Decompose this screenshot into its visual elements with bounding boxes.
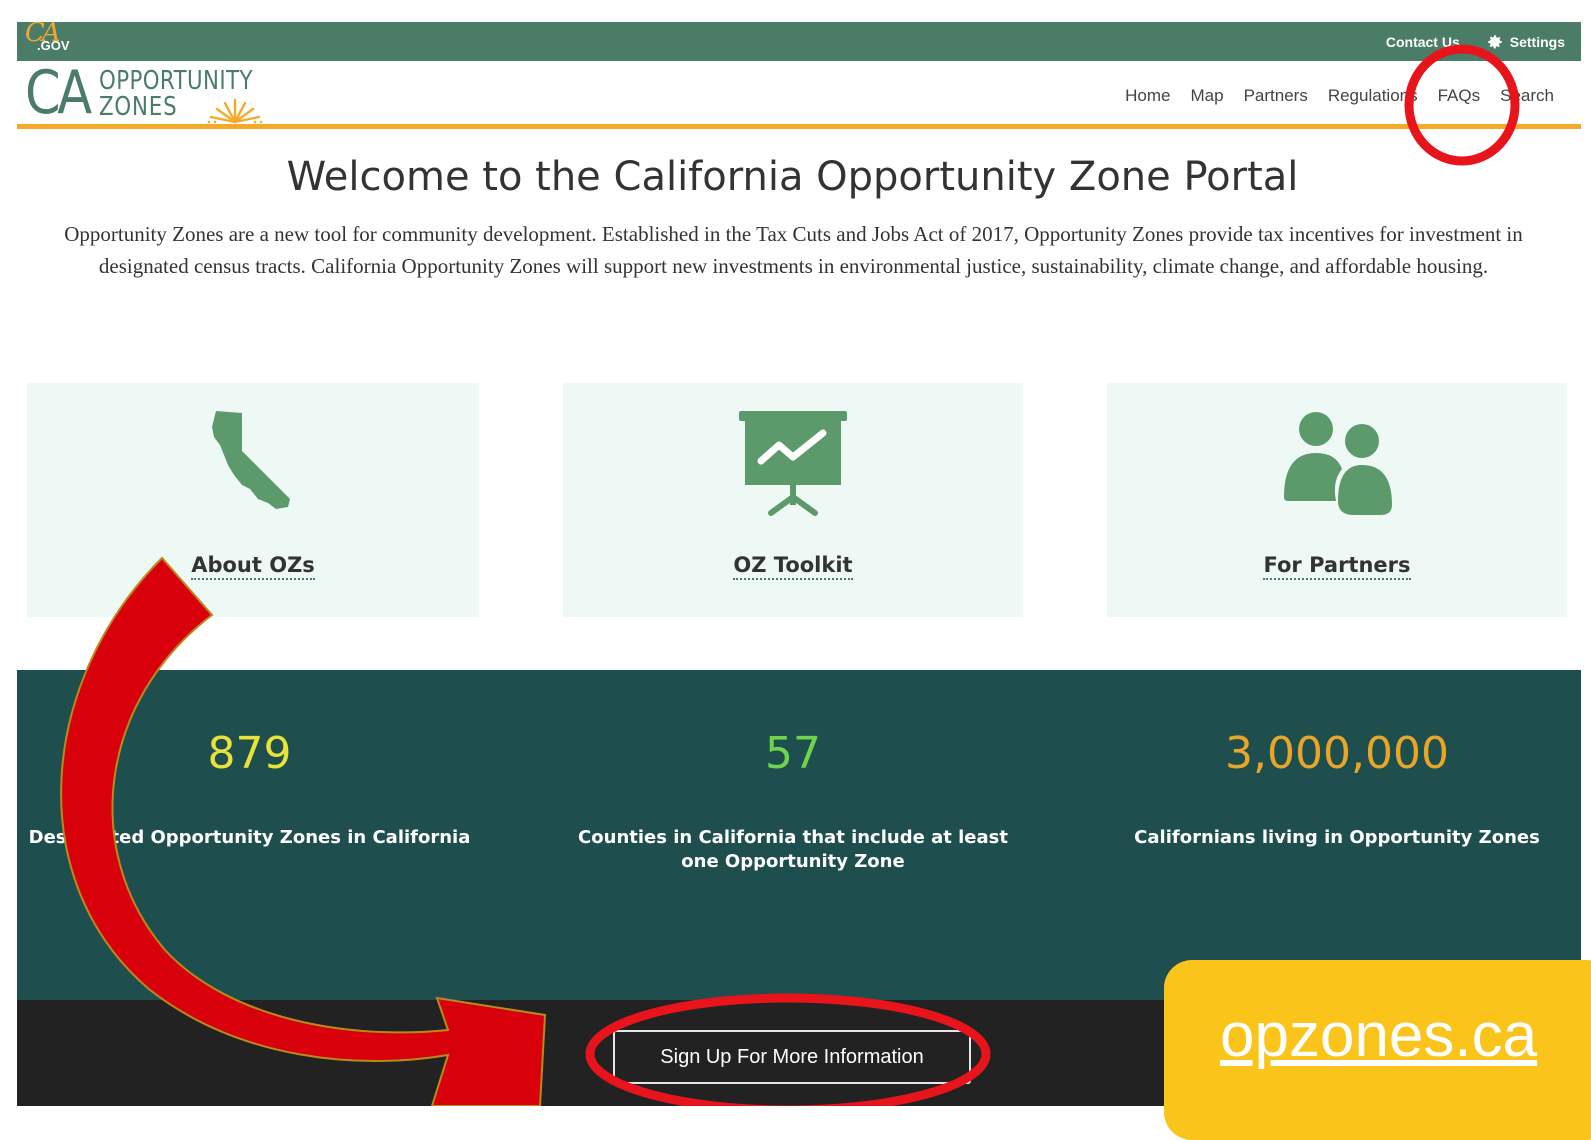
stats-band: 879 Designated Opportunity Zones in Cali… xyxy=(17,670,1581,1000)
logo-zones-text: ZONES xyxy=(99,92,178,122)
gear-icon xyxy=(1488,34,1502,48)
presentation-chart-icon xyxy=(739,411,847,516)
utility-bar: CA .GOV Contact Us Settings xyxy=(17,18,1581,61)
page-title: Welcome to the California Opportunity Zo… xyxy=(286,154,1299,200)
card-about-ozs[interactable]: About OZs xyxy=(27,383,479,617)
stat-residents-label: Californians living in Opportunity Zones xyxy=(1134,827,1540,848)
people-icon xyxy=(1284,412,1392,515)
about-ozs-link[interactable]: About OZs xyxy=(191,553,315,580)
card-oz-toolkit[interactable]: OZ Toolkit xyxy=(563,383,1023,617)
nav-regulations[interactable]: Regulations xyxy=(1328,86,1418,106)
header-accent-line xyxy=(17,124,1581,129)
nav-faqs[interactable]: FAQs xyxy=(1438,86,1481,106)
stat-residents-value: 3,000,000 xyxy=(1225,728,1449,779)
intro-paragraph: Opportunity Zones are a new tool for com… xyxy=(64,222,1523,278)
settings-label: Settings xyxy=(1509,33,1565,50)
stat-zones-value: 879 xyxy=(207,728,292,779)
site-header: CA OPPORTUNITY ZONES Home Map Partners R… xyxy=(17,58,1581,128)
gov-mark: .GOV xyxy=(37,38,70,53)
card-for-partners[interactable]: For Partners xyxy=(1107,383,1567,617)
logo-ca-text: CA xyxy=(25,58,92,128)
stat-counties-label: Counties in California that include at l… xyxy=(578,827,1008,872)
for-partners-link[interactable]: For Partners xyxy=(1263,553,1411,580)
nav-search[interactable]: Search xyxy=(1500,86,1554,106)
ca-gov-logo[interactable]: CA .GOV xyxy=(23,18,83,61)
oz-toolkit-link[interactable]: OZ Toolkit xyxy=(733,553,853,580)
settings-link[interactable]: Settings xyxy=(1486,33,1565,51)
nav-partners[interactable]: Partners xyxy=(1244,86,1308,106)
sign-up-button[interactable]: Sign Up For More Information xyxy=(613,1030,971,1084)
ca-opportunity-zones-logo[interactable]: CA OPPORTUNITY ZONES xyxy=(25,58,285,128)
contact-us-link[interactable]: Contact Us xyxy=(1386,34,1460,50)
sunburst-icon xyxy=(207,98,263,124)
stat-zones-label: Designated Opportunity Zones in Californ… xyxy=(28,827,471,848)
nav-home[interactable]: Home xyxy=(1125,86,1170,106)
url-callout-text[interactable]: opzones.ca xyxy=(1220,1000,1537,1071)
utility-links: Contact Us Settings xyxy=(1386,22,1565,61)
california-icon xyxy=(212,411,290,509)
stat-counties-value: 57 xyxy=(765,728,821,779)
nav-map[interactable]: Map xyxy=(1191,86,1224,106)
main-nav: Home Map Partners Regulations FAQs Searc… xyxy=(1125,86,1554,106)
